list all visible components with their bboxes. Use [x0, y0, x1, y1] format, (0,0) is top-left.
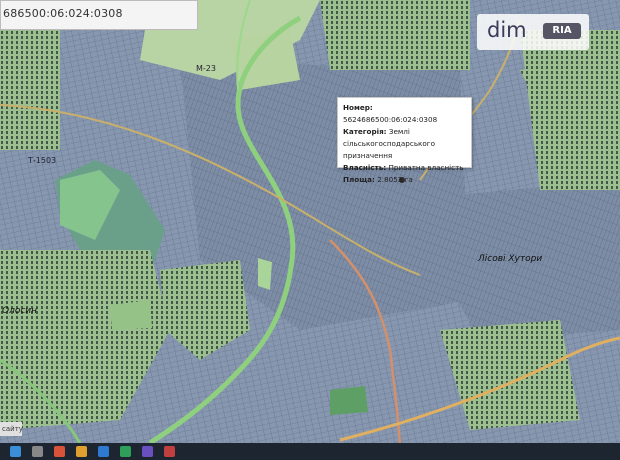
watermark-brand: dim: [487, 18, 527, 42]
popup-key: Власність:: [343, 163, 387, 172]
watermark-tag: RIA: [543, 23, 581, 39]
popup-row-area: Площа: 2.8053 га: [343, 174, 466, 186]
screenshot: 686500:06:024:0308 dim RIA Номер: 562468…: [0, 0, 620, 460]
app-icon[interactable]: [98, 446, 109, 457]
app-icon[interactable]: [142, 446, 153, 457]
popup-value: Приватна власність: [388, 163, 464, 172]
road-label: М-23: [196, 64, 216, 73]
search-value: 686500:06:024:0308: [3, 7, 123, 20]
dim-ria-watermark: dim RIA: [477, 14, 589, 50]
popup-row-ownership: Власність: Приватна власність: [343, 162, 466, 174]
popup-row-number: Номер: 5624686500:06:024:0308: [343, 102, 466, 126]
place-label: Олосин: [2, 306, 38, 316]
popup-row-category: Категорія: Землі сільськогосподарського …: [343, 126, 466, 162]
windows-taskbar: [0, 443, 620, 460]
map-canvas[interactable]: [0, 0, 620, 443]
app-icon[interactable]: [120, 446, 131, 457]
cadastral-search-input[interactable]: 686500:06:024:0308: [0, 0, 198, 30]
road-label: Т-1503: [28, 156, 57, 165]
app-icon[interactable]: [164, 446, 175, 457]
popup-value: 2.8053 га: [377, 175, 413, 184]
popup-key: Площа:: [343, 175, 375, 184]
parcel-info-popup: Номер: 5624686500:06:024:0308 Категорія:…: [337, 97, 472, 184]
place-label: Лісові Хутори: [478, 254, 543, 264]
cadastral-map[interactable]: 686500:06:024:0308 dim RIA Номер: 562468…: [0, 0, 620, 443]
windows-start-icon[interactable]: [10, 446, 21, 457]
attribution-link[interactable]: сайту: [0, 422, 23, 436]
search-icon[interactable]: [32, 446, 43, 457]
popup-key: Категорія:: [343, 127, 387, 136]
file-explorer-icon[interactable]: [76, 446, 87, 457]
browser-icon[interactable]: [54, 446, 65, 457]
popup-key: Номер:: [343, 103, 373, 112]
popup-value: 5624686500:06:024:0308: [343, 115, 438, 124]
